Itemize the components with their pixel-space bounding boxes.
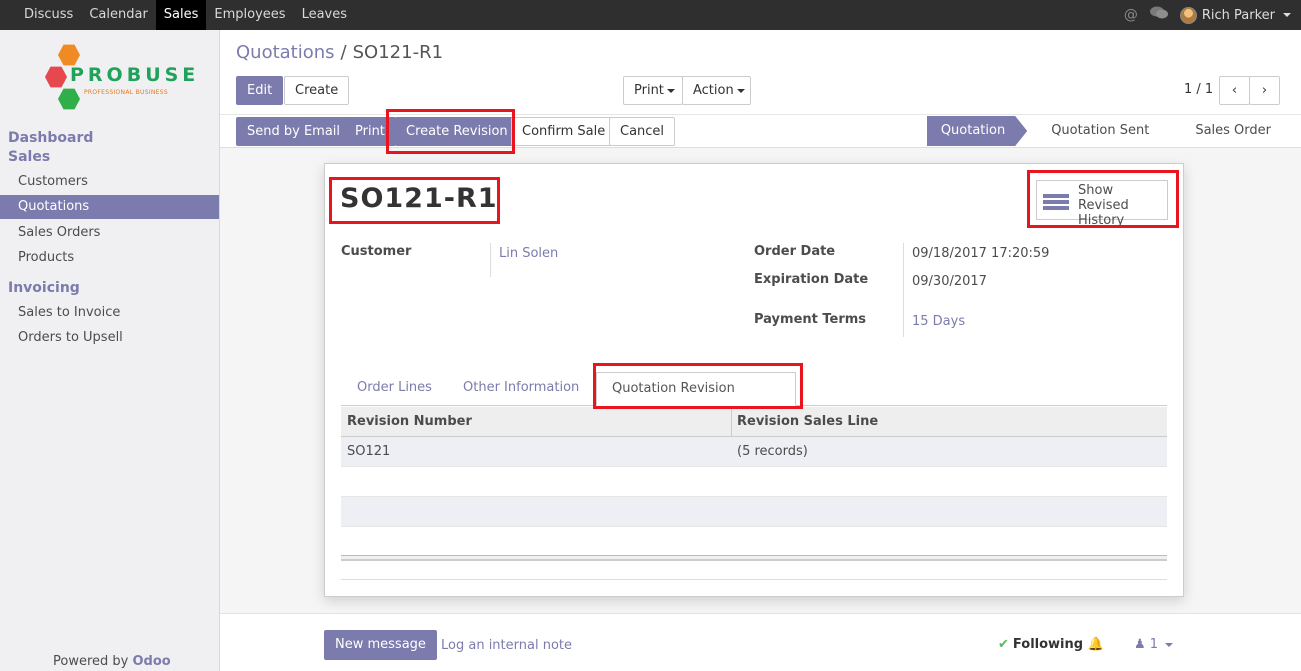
- order-date-label: Order Date: [754, 244, 836, 259]
- print-dropdown[interactable]: Print: [623, 76, 683, 105]
- breadcrumb: Quotations / SO121-R1: [236, 42, 444, 63]
- column-revision-sales-line[interactable]: Revision Sales Line: [737, 407, 878, 437]
- column-revision-number[interactable]: Revision Number: [347, 407, 472, 437]
- user-icon: ♟: [1134, 637, 1146, 652]
- sidebar-item-sales-to-invoice[interactable]: Sales to Invoice: [0, 301, 219, 325]
- chevron-down-icon: [736, 88, 745, 93]
- new-message-button[interactable]: New message: [324, 630, 437, 660]
- following-toggle[interactable]: ✔ Following 🔔: [998, 637, 1104, 652]
- expiration-date-field[interactable]: 09/30/2017: [912, 274, 987, 289]
- menu-discuss[interactable]: Discuss: [16, 0, 81, 30]
- chevron-left-icon: ‹: [1231, 83, 1238, 98]
- pager-previous-button[interactable]: ‹: [1219, 76, 1250, 105]
- chevron-down-icon: [1165, 642, 1174, 647]
- tab-other-information[interactable]: Other Information: [448, 372, 594, 406]
- powered-by: Powered by Odoo: [53, 654, 171, 669]
- expiration-date-label: Expiration Date: [754, 272, 869, 287]
- sidebar-item-sales-orders[interactable]: Sales Orders: [0, 221, 219, 245]
- stage-quotation-sent[interactable]: Quotation Sent: [1027, 116, 1171, 146]
- breadcrumb-quotations[interactable]: Quotations: [236, 42, 335, 63]
- highlight-create-revision: [386, 109, 515, 154]
- table-row[interactable]: SO121 (5 records): [341, 437, 1167, 467]
- tab-order-lines[interactable]: Order Lines: [342, 372, 447, 406]
- chevron-right-icon: ›: [1261, 83, 1268, 98]
- revision-sales-line-cell: (5 records): [737, 444, 808, 459]
- menu-leaves[interactable]: Leaves: [294, 0, 355, 30]
- pager-value[interactable]: 1 / 1: [1184, 82, 1213, 97]
- edit-button[interactable]: Edit: [236, 76, 284, 105]
- breadcrumb-current: SO121-R1: [352, 42, 444, 63]
- payment-terms-field[interactable]: 15 Days: [912, 314, 965, 329]
- customer-label: Customer: [341, 244, 412, 259]
- log-internal-note-link[interactable]: Log an internal note: [441, 638, 572, 653]
- user-name: Rich Parker: [1201, 7, 1275, 23]
- chevron-down-icon: [666, 88, 675, 93]
- menu-sales[interactable]: Sales: [155, 0, 207, 30]
- cancel-button[interactable]: Cancel: [609, 117, 676, 146]
- customer-field[interactable]: Lin Solen: [499, 246, 558, 261]
- sidebar-section-sales[interactable]: Sales: [8, 149, 50, 165]
- highlight-document-title: [329, 177, 500, 224]
- action-dropdown[interactable]: Action: [682, 76, 751, 105]
- sidebar-item-quotations[interactable]: Quotations: [0, 195, 219, 219]
- send-by-email-button[interactable]: Send by Email: [236, 117, 352, 146]
- sidebar-item-customers[interactable]: Customers: [0, 170, 219, 194]
- table-row-empty: [341, 497, 1167, 527]
- table-row-empty: [341, 527, 1167, 555]
- odoo-link[interactable]: Odoo: [133, 654, 171, 669]
- check-icon: ✔: [998, 637, 1009, 652]
- table-row-empty: [341, 467, 1167, 497]
- chat-icon[interactable]: [1149, 6, 1168, 24]
- user-menu[interactable]: Rich Parker: [1179, 6, 1291, 24]
- highlight-show-revised-history: [1027, 170, 1179, 228]
- pager-next-button[interactable]: ›: [1249, 76, 1280, 105]
- create-button[interactable]: Create: [284, 76, 350, 105]
- chevron-down-icon: [1283, 13, 1291, 17]
- at-icon[interactable]: @: [1124, 7, 1138, 23]
- confirm-sale-button[interactable]: Confirm Sale: [511, 117, 617, 146]
- bell-icon: 🔔: [1087, 637, 1104, 652]
- app-menu: Discuss Calendar Sales Employees Leaves: [0, 0, 355, 30]
- highlight-revision-history-tab: [593, 363, 803, 409]
- sidebar-section-invoicing[interactable]: Invoicing: [8, 280, 80, 296]
- order-date-field[interactable]: 09/18/2017 17:20:59: [912, 246, 1049, 261]
- followers-button[interactable]: ♟ 1: [1134, 637, 1174, 652]
- stage-pipeline: Quotation Quotation Sent Sales Order: [927, 116, 1285, 146]
- sidebar-item-orders-to-upsell[interactable]: Orders to Upsell: [0, 326, 219, 350]
- table-footer: [341, 555, 1167, 561]
- payment-terms-label: Payment Terms: [754, 312, 867, 327]
- stage-sales-order[interactable]: Sales Order: [1171, 116, 1285, 146]
- avatar: [1179, 6, 1197, 24]
- sidebar-section-dashboard[interactable]: Dashboard: [8, 130, 93, 146]
- table-header: Revision Number Revision Sales Line: [341, 407, 1167, 437]
- company-logo: PROBUSE PROFESSIONAL BUSINESS: [40, 42, 195, 118]
- top-navbar: Discuss Calendar Sales Employees Leaves …: [0, 0, 1301, 30]
- sidebar-item-products[interactable]: Products: [0, 246, 219, 270]
- topbar-systray: @ Rich Parker: [1124, 0, 1291, 30]
- sidebar: PROBUSE PROFESSIONAL BUSINESS Dashboard …: [0, 30, 220, 671]
- stage-quotation[interactable]: Quotation: [927, 116, 1027, 146]
- menu-calendar[interactable]: Calendar: [81, 0, 155, 30]
- revision-number-cell: SO121: [347, 444, 391, 459]
- menu-employees[interactable]: Employees: [206, 0, 293, 30]
